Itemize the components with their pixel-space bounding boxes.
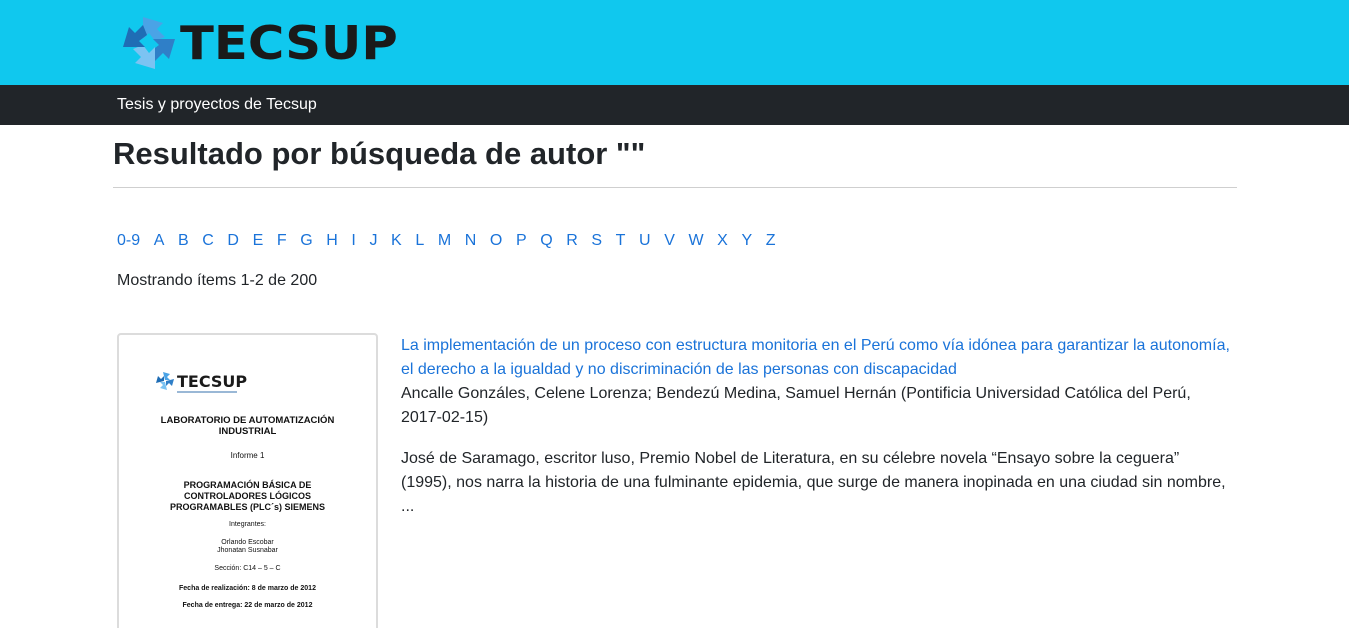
alpha-link-c[interactable]: C xyxy=(202,232,214,250)
recycle-arrows-logo-icon xyxy=(123,17,175,69)
results-count: Mostrando ítems 1-2 de 200 xyxy=(117,272,318,289)
alpha-link-k[interactable]: K xyxy=(391,232,402,250)
site-header: TECSUP xyxy=(0,0,1349,85)
alpha-link-f[interactable]: F xyxy=(277,232,287,250)
thumbnail-line: PROGRAMACIÓN BÁSICA DE xyxy=(183,480,312,490)
alpha-link-v[interactable]: V xyxy=(664,232,675,250)
alpha-link-h[interactable]: H xyxy=(326,232,338,250)
result-authors: Ancalle Gonzáles, Celene Lorenza; Bendez… xyxy=(401,385,1191,426)
alpha-link-w[interactable]: W xyxy=(688,232,703,250)
alpha-link-r[interactable]: R xyxy=(566,232,578,250)
result-thumbnail[interactable]: TECSUP LABORATORIO DE AUTOMATIZACIÓN IND… xyxy=(117,333,378,628)
result-title-link[interactable]: La implementación de un proceso con estr… xyxy=(401,334,1241,382)
page-title: Resultado por búsqueda de autor "" xyxy=(113,136,646,171)
alpha-link-e[interactable]: E xyxy=(253,232,264,250)
thumbnail-line: Sección: C14 – 5 – C xyxy=(214,565,281,572)
alpha-link-m[interactable]: M xyxy=(438,232,451,250)
tecsup-logo[interactable]: TECSUP xyxy=(118,12,398,74)
thumbnail-line: Fecha de realización: 8 de marzo de 2012 xyxy=(179,585,316,592)
alpha-link-a[interactable]: A xyxy=(154,232,165,250)
thumbnail-line: INDUSTRIAL xyxy=(218,426,277,437)
alpha-link-d[interactable]: D xyxy=(227,232,239,250)
thumbnail-line: PROGRAMABLES (PLC´s) SIEMENS xyxy=(169,502,325,512)
top-navbar: Tesis y proyectos de Tecsup xyxy=(0,85,1349,125)
alpha-link-n[interactable]: N xyxy=(465,232,477,250)
thumbnail-line: Informe 1 xyxy=(230,451,265,460)
alpha-link-q[interactable]: Q xyxy=(540,232,552,250)
alpha-link-p[interactable]: P xyxy=(516,232,527,250)
thumbnail-logo-tagline xyxy=(177,391,237,393)
alpha-link-j[interactable]: J xyxy=(369,232,377,250)
recycle-arrows-small-icon xyxy=(156,372,174,390)
alpha-link-b[interactable]: B xyxy=(178,232,189,250)
title-divider xyxy=(113,187,1237,188)
thumbnail-logo: TECSUP xyxy=(155,371,247,391)
alpha-link-s[interactable]: S xyxy=(591,232,602,250)
thumbnail-line: Integrantes: xyxy=(229,521,266,528)
thumbnail-line: CONTROLADORES LÓGICOS xyxy=(183,491,311,501)
alpha-link-x[interactable]: X xyxy=(717,232,728,250)
alphabet-filter: 0-9 A B C D E F G H I J K L M N O P Q R … xyxy=(117,232,789,250)
navbar-brand-link[interactable]: Tesis y proyectos de Tecsup xyxy=(117,96,317,114)
alpha-link-l[interactable]: L xyxy=(415,232,424,250)
thumbnail-line: LABORATORIO DE AUTOMATIZACIÓN xyxy=(160,415,335,426)
alpha-link-t[interactable]: T xyxy=(616,232,626,250)
thumbnail-line: Fecha de entrega: 22 de marzo de 2012 xyxy=(182,602,313,609)
alpha-link-u[interactable]: U xyxy=(639,232,651,250)
alpha-link-g[interactable]: G xyxy=(300,232,312,250)
thumbnail-logo-text: TECSUP xyxy=(177,371,248,391)
logo-wordmark: TECSUP xyxy=(180,16,398,70)
alpha-link-y[interactable]: Y xyxy=(741,232,752,250)
alpha-link-0-9[interactable]: 0-9 xyxy=(117,232,140,250)
thumbnail-line: Orlando Escobar xyxy=(221,539,274,546)
alpha-link-z[interactable]: Z xyxy=(766,232,776,250)
result-abstract: José de Saramago, escritor luso, Premio … xyxy=(401,450,1226,515)
alpha-link-o[interactable]: O xyxy=(490,232,502,250)
alpha-link-i[interactable]: I xyxy=(351,232,355,250)
thumbnail-line: Jhonatan Susnabar xyxy=(217,547,278,554)
